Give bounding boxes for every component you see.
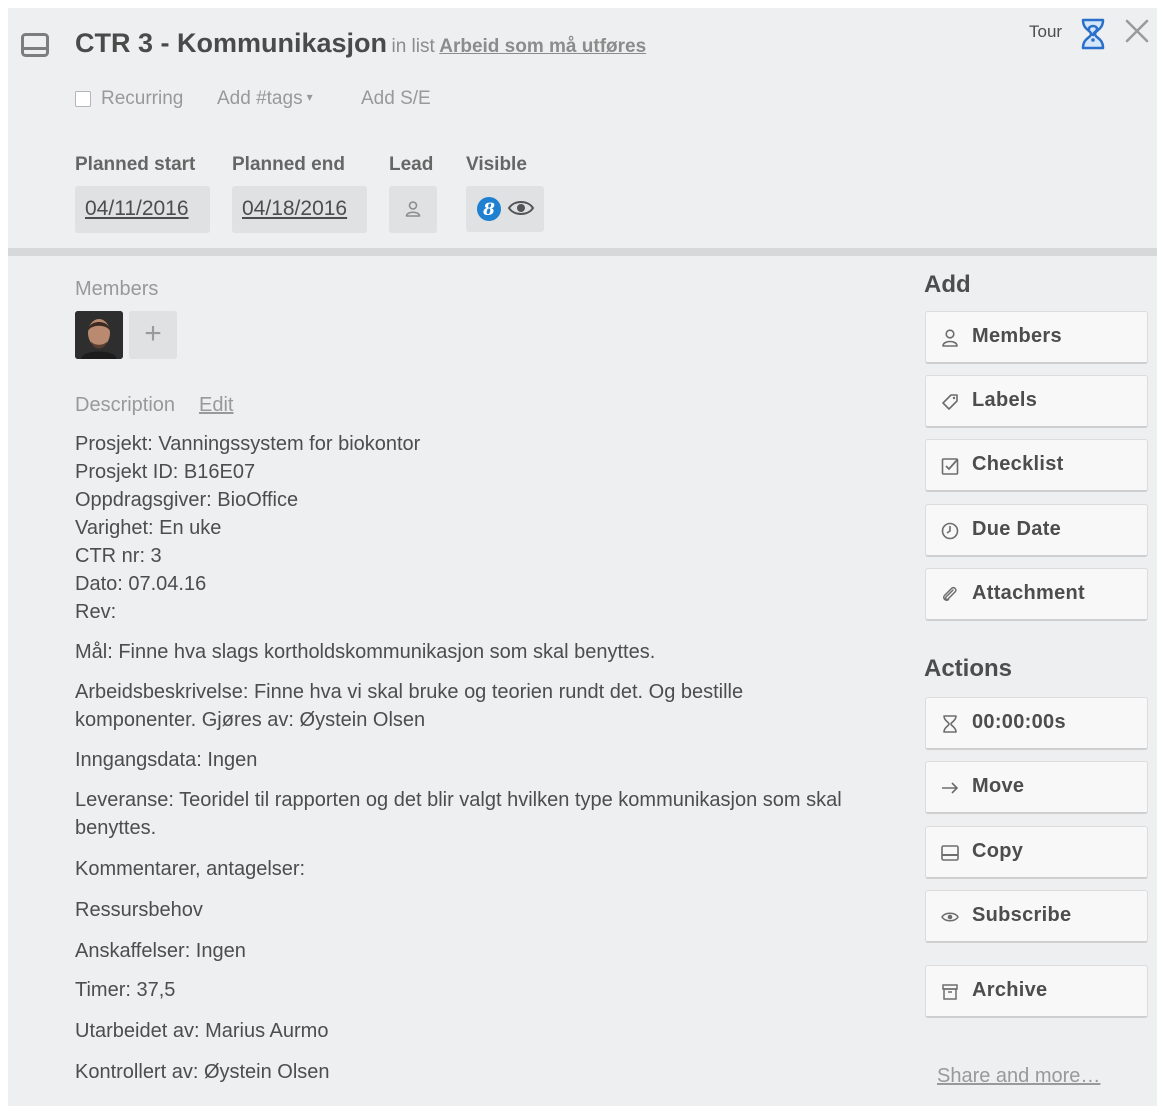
add-due-date-button[interactable]: Due Date bbox=[925, 504, 1148, 557]
description-line: Prosjekt ID: B16E07 bbox=[75, 461, 256, 483]
add-members-label: Members bbox=[972, 325, 1062, 347]
card-icon bbox=[941, 845, 959, 861]
list-name-link[interactable]: Arbeid som må utføres bbox=[439, 36, 646, 57]
add-se-link[interactable]: Add S/E bbox=[361, 88, 431, 110]
subscribe-button[interactable]: Subscribe bbox=[925, 890, 1148, 943]
description-header-block: Prosjekt: Vanningssystem for biokontor P… bbox=[75, 430, 895, 626]
description-arbeid: Arbeidsbeskrivelse: Finne hva vi skal br… bbox=[75, 681, 744, 731]
add-due-date-label: Due Date bbox=[972, 518, 1062, 540]
eye-icon bbox=[507, 201, 535, 215]
move-label: Move bbox=[972, 775, 1025, 797]
share-and-more-link[interactable]: Share and more… bbox=[937, 1065, 1100, 1088]
add-tags-label: Add #tags bbox=[217, 88, 303, 109]
archive-button[interactable]: Archive bbox=[925, 965, 1148, 1018]
clock-icon bbox=[941, 522, 959, 540]
add-checklist-label: Checklist bbox=[972, 453, 1064, 475]
lead-selector[interactable] bbox=[389, 186, 437, 233]
copy-button[interactable]: Copy bbox=[925, 826, 1148, 879]
archive-icon bbox=[942, 984, 958, 1000]
visible-label: Visible bbox=[466, 154, 527, 175]
description-timer: Timer: 37,5 bbox=[75, 979, 176, 1001]
avatar-image bbox=[75, 311, 123, 359]
avatar[interactable] bbox=[75, 311, 123, 359]
copy-label: Copy bbox=[972, 840, 1024, 862]
tour-icon[interactable] bbox=[1075, 16, 1111, 52]
card-title[interactable]: CTR 3 - Kommunikasjon bbox=[75, 28, 387, 58]
add-labels-button[interactable]: Labels bbox=[925, 375, 1148, 428]
members-label: Members bbox=[75, 278, 159, 300]
timer-button[interactable]: 00:00:00s bbox=[925, 697, 1148, 750]
description-anskaffelser: Anskaffelser: Ingen bbox=[75, 940, 246, 962]
add-attachment-button[interactable]: Attachment bbox=[925, 568, 1148, 621]
description-line: Varighet: En uke bbox=[75, 517, 222, 539]
description-kontrollert: Kontrollert av: Øystein Olsen bbox=[75, 1061, 330, 1083]
description-ressurs: Ressursbehov bbox=[75, 899, 203, 921]
description-line: CTR nr: 3 bbox=[75, 545, 162, 567]
card-icon bbox=[21, 33, 49, 57]
card-detail-window: CTR 3 - Kommunikasjon in list Arbeid som… bbox=[8, 8, 1157, 1106]
add-labels-label: Labels bbox=[972, 389, 1038, 411]
lead-label: Lead bbox=[389, 154, 434, 175]
description-label: Description bbox=[75, 394, 176, 416]
description-maal: Mål: Finne hva slags kortholdskommunikas… bbox=[75, 641, 656, 663]
move-button[interactable]: Move bbox=[925, 761, 1148, 814]
description-kommentarer: Kommentarer, antagelser: bbox=[75, 858, 306, 880]
in-list-prefix: in list bbox=[391, 36, 435, 57]
description-leveranse: Leveranse: Teoridel til rapporten og det… bbox=[75, 789, 842, 839]
visibility-selector[interactable]: 8 bbox=[466, 186, 544, 232]
close-icon[interactable] bbox=[1122, 16, 1152, 46]
description-inngang: Inngangsdata: Ingen bbox=[75, 749, 258, 771]
description-line: Prosjekt: Vanningssystem for biokontor bbox=[75, 433, 421, 455]
paperclip-icon bbox=[942, 586, 957, 602]
hourglass-icon bbox=[943, 715, 957, 733]
add-attachment-label: Attachment bbox=[972, 582, 1086, 604]
chevron-down-icon: ▾ bbox=[306, 90, 313, 104]
card-header: CTR 3 - Kommunikasjon in list Arbeid som… bbox=[8, 8, 1157, 248]
title-line: CTR 3 - Kommunikasjon in list Arbeid som… bbox=[75, 28, 646, 59]
description-line: Dato: 07.04.16 bbox=[75, 573, 207, 595]
recurring-checkbox[interactable] bbox=[75, 91, 91, 107]
visibility-badge-text: 8 bbox=[482, 200, 495, 220]
eye-icon bbox=[941, 912, 959, 922]
subscribe-label: Subscribe bbox=[972, 904, 1072, 926]
add-members-button[interactable]: Members bbox=[925, 311, 1148, 364]
planned-end-label: Planned end bbox=[232, 154, 345, 175]
actions-heading: Actions bbox=[924, 655, 1013, 682]
header-divider bbox=[8, 248, 1157, 256]
description-utarbeidet: Utarbeidet av: Marius Aurmo bbox=[75, 1020, 329, 1042]
description-line: Oppdragsgiver: BioOffice bbox=[75, 489, 299, 511]
planned-end-date[interactable]: 04/18/2016 bbox=[232, 186, 367, 233]
tag-icon bbox=[942, 394, 958, 410]
planned-start-date[interactable]: 04/11/2016 bbox=[75, 186, 210, 233]
person-icon bbox=[942, 329, 958, 347]
description-line: Rev: bbox=[75, 601, 117, 623]
tour-link[interactable]: Tour bbox=[1029, 22, 1062, 42]
add-checklist-button[interactable]: Checklist bbox=[925, 439, 1148, 492]
checkbox-icon bbox=[941, 458, 959, 475]
visibility-badge-icon: 8 bbox=[477, 197, 501, 221]
person-icon bbox=[405, 201, 421, 217]
planned-start-label: Planned start bbox=[75, 154, 196, 175]
add-tags-dropdown[interactable]: Add #tags ▾ bbox=[217, 88, 313, 110]
recurring-label[interactable]: Recurring bbox=[101, 88, 183, 110]
add-member-button[interactable]: + bbox=[129, 311, 177, 359]
archive-label: Archive bbox=[972, 979, 1048, 1001]
timer-label: 00:00:00s bbox=[972, 711, 1066, 733]
edit-description-link[interactable]: Edit bbox=[199, 394, 233, 417]
add-heading: Add bbox=[924, 271, 971, 298]
arrow-right-icon bbox=[942, 782, 959, 794]
